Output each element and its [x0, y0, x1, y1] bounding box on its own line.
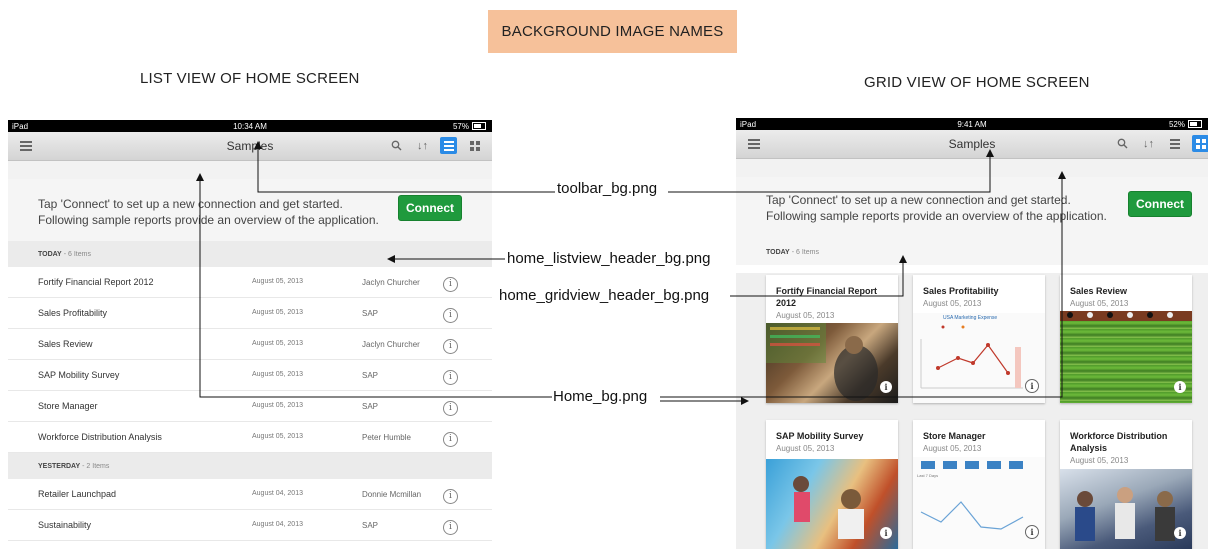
arrow-toolbar-grid [668, 149, 994, 193]
arrow-home-grid-top [660, 171, 1066, 398]
arrow-grid-header [730, 255, 907, 297]
arrow-home-list [196, 173, 552, 398]
arrow-toolbar-list [254, 141, 555, 193]
annotation-arrows [196, 141, 1066, 405]
